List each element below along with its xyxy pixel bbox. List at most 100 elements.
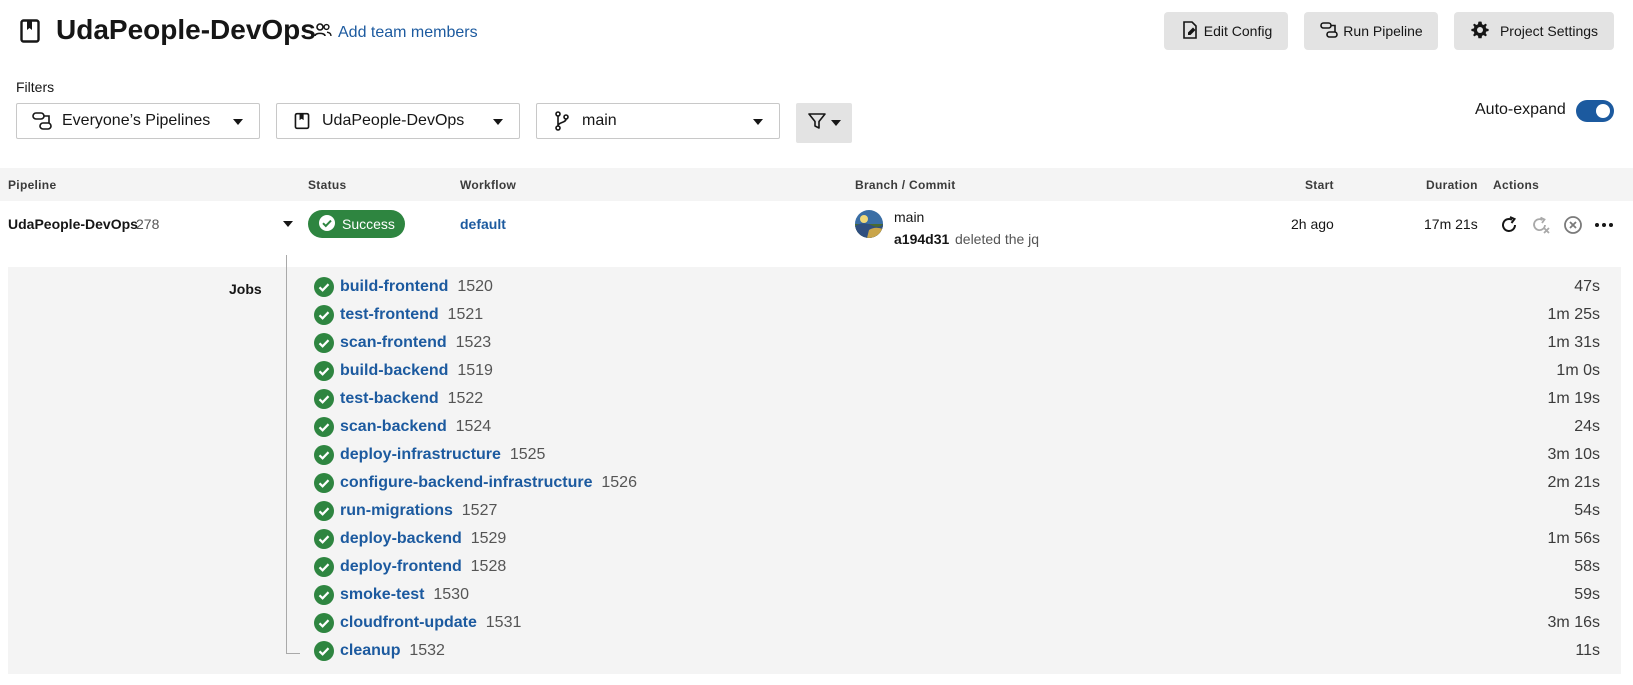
job-link[interactable]: scan-backend 1524 [340,418,491,436]
check-circle-icon [314,277,334,297]
column-header-duration: Duration [1426,178,1478,192]
job-row: smoke-test 1530 59s [300,582,1600,610]
run-pipeline-button[interactable]: Run Pipeline [1304,12,1438,50]
pipeline-number: 278 [136,216,160,232]
check-circle-icon [314,305,334,325]
filters-label: Filters [16,79,55,95]
job-row: cleanup 1532 11s [300,638,1600,666]
job-name: test-frontend [340,306,439,323]
more-options-icon[interactable] [1593,214,1615,236]
check-circle-icon [314,613,334,633]
job-row: test-frontend 1521 1m 25s [300,302,1600,330]
job-link[interactable]: deploy-backend 1529 [340,530,506,548]
expand-row-chevron-icon[interactable] [283,221,293,227]
check-circle-icon [314,529,334,549]
page-header: UdaPeople-DevOps Add team members Edit C… [0,0,1633,64]
job-link[interactable]: smoke-test 1530 [340,586,469,604]
check-circle-icon [314,333,334,353]
check-circle-icon [314,417,334,437]
more-filters-button[interactable] [796,103,852,143]
branch-name: main [894,209,925,225]
job-duration: 3m 16s [1547,614,1600,631]
auto-expand-label: Auto-expand [1475,101,1566,118]
status-badge[interactable]: Success [308,210,405,238]
start-time: 2h ago [1291,216,1334,232]
job-name: scan-backend [340,418,447,435]
check-circle-icon [314,445,334,465]
project-filter-select[interactable]: UdaPeople-DevOps [276,103,520,139]
job-name: deploy-infrastructure [340,446,501,463]
pipeline-icon [1319,20,1339,43]
job-row: build-backend 1519 1m 0s [300,358,1600,386]
job-number: 1530 [433,586,469,603]
project-settings-button[interactable]: Project Settings [1454,12,1614,50]
job-number: 1532 [409,642,445,659]
job-name: cloudfront-update [340,614,477,631]
auto-expand-toggle[interactable] [1576,100,1614,122]
job-number: 1520 [457,278,493,295]
job-link[interactable]: configure-backend-infrastructure 1526 [340,474,637,492]
chevron-down-icon [753,119,763,125]
job-row: run-migrations 1527 54s [300,498,1600,526]
check-circle-icon [314,501,334,521]
job-duration: 3m 10s [1547,446,1600,463]
job-link[interactable]: test-frontend 1521 [340,306,483,324]
job-link[interactable]: cloudfront-update 1531 [340,614,521,632]
job-duration: 1m 31s [1547,334,1600,351]
pipelines-filter-select[interactable]: Everyone’s Pipelines [16,103,260,139]
commit-message: deleted the jq [955,231,1040,247]
job-name: smoke-test [340,586,425,603]
column-header-pipeline: Pipeline [8,178,57,192]
edit-config-button[interactable]: Edit Config [1164,12,1288,50]
workflow-link[interactable]: default [460,216,506,232]
job-duration: 1m 19s [1547,390,1600,407]
job-link[interactable]: run-migrations 1527 [340,502,497,520]
jobs-label: Jobs [229,281,262,297]
edit-config-label: Edit Config [1203,23,1273,39]
branch-filter-value: main [582,112,617,129]
add-team-members-link[interactable]: Add team members [314,22,478,43]
job-number: 1519 [457,362,493,379]
column-header-actions: Actions [1493,178,1540,192]
job-name: deploy-frontend [340,558,462,575]
job-name: cleanup [340,642,401,659]
pipelines-filter-value: Everyone’s Pipelines [62,112,211,129]
job-duration: 47s [1574,278,1600,295]
job-duration: 54s [1574,502,1600,519]
job-link[interactable]: deploy-infrastructure 1525 [340,446,545,464]
job-link[interactable]: scan-frontend 1523 [340,334,491,352]
job-row: scan-backend 1524 24s [300,414,1600,442]
funnel-icon [807,111,827,136]
job-duration: 59s [1574,586,1600,603]
pipeline-name[interactable]: UdaPeople-DevOps [8,216,138,232]
status-label: Success [342,216,395,232]
check-circle-icon [314,641,334,661]
job-duration: 1m 0s [1556,362,1600,379]
gear-icon [1470,20,1490,43]
job-link[interactable]: test-backend 1522 [340,390,483,408]
rerun-icon[interactable] [1498,214,1520,236]
cancel-icon[interactable] [1562,214,1584,236]
job-row: deploy-frontend 1528 58s [300,554,1600,582]
job-duration: 2m 21s [1547,474,1600,491]
job-number: 1523 [455,334,492,351]
branch-filter-select[interactable]: main [536,103,780,139]
job-name: build-frontend [340,278,449,295]
table-header: Pipeline Status Workflow Branch / Commit… [0,168,1633,201]
people-icon [314,22,332,43]
job-name: deploy-backend [340,530,462,547]
job-number: 1524 [455,418,492,435]
tree-line [286,653,300,654]
column-header-start: Start [1305,178,1334,192]
job-link[interactable]: build-frontend 1520 [340,278,493,296]
avatar [855,210,883,238]
job-link[interactable]: build-backend 1519 [340,362,493,380]
job-row: cloudfront-update 1531 3m 16s [300,610,1600,638]
project-filter-value: UdaPeople-DevOps [322,112,465,129]
job-duration: 58s [1574,558,1600,575]
job-row: scan-frontend 1523 1m 31s [300,330,1600,358]
job-link[interactable]: cleanup 1532 [340,642,445,660]
job-number: 1529 [470,530,507,547]
commit-hash[interactable]: a194d31 [894,231,949,247]
job-link[interactable]: deploy-frontend 1528 [340,558,506,576]
